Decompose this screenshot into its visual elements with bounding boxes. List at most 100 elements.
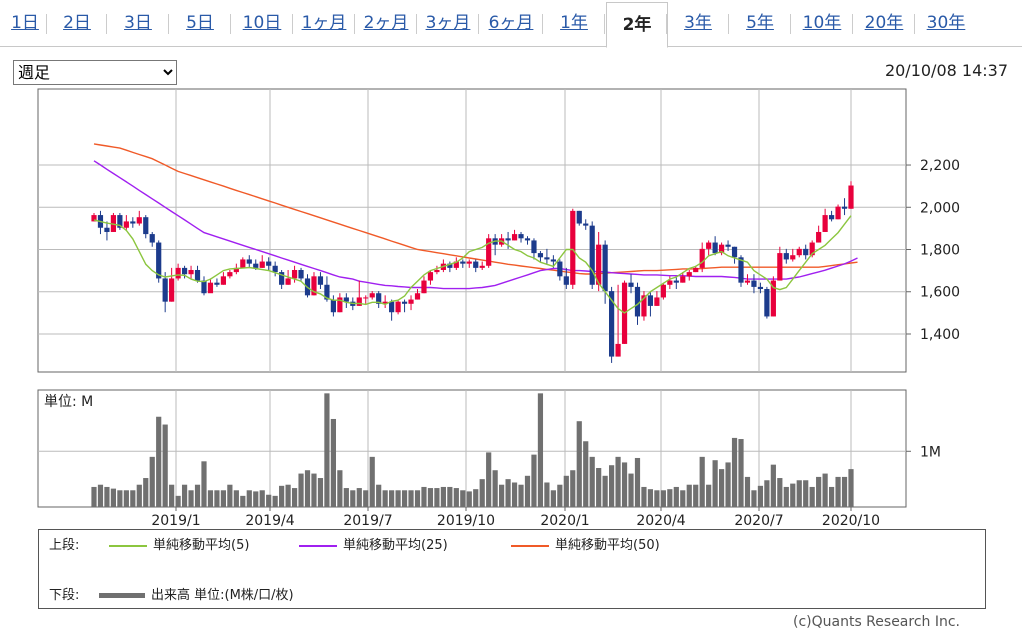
volume-bar — [440, 486, 446, 507]
candle-body — [828, 215, 835, 220]
candle-body — [848, 185, 854, 209]
volume-bar — [570, 470, 576, 507]
volume-bar — [181, 484, 188, 507]
volume-bar — [136, 484, 142, 507]
volume-bar — [324, 393, 330, 507]
volume-bar — [583, 441, 589, 507]
volume-bar — [330, 418, 336, 507]
candle-body — [317, 276, 324, 285]
volume-bar — [673, 486, 679, 507]
volume-bar — [453, 488, 459, 507]
volume-bar — [680, 490, 686, 507]
candle-body — [563, 276, 569, 285]
volume-bar — [537, 393, 544, 507]
ma25-swatch — [299, 544, 337, 547]
candle-body — [408, 299, 414, 304]
candle-body — [712, 242, 718, 254]
candle-body — [414, 293, 421, 300]
volume-bar — [615, 456, 621, 507]
volume-bar — [317, 478, 324, 507]
volume-bar — [130, 490, 136, 507]
volume-bar — [725, 462, 731, 507]
volume-bar — [589, 456, 595, 507]
volume-bar — [544, 482, 550, 507]
candle-body — [757, 286, 764, 290]
x-tick-label: 2019/4 — [245, 513, 294, 529]
price-panel-frame — [37, 88, 907, 373]
price-tick-label: 1,400 — [920, 327, 960, 343]
candle-body — [693, 267, 699, 273]
volume-bar — [783, 486, 789, 507]
volume-bar — [395, 490, 401, 507]
candle-body — [764, 289, 770, 317]
candle-body — [149, 234, 155, 243]
candle-body — [686, 272, 692, 277]
volume-bar — [214, 490, 220, 507]
volume-bar — [712, 460, 718, 507]
volume-bar — [91, 486, 97, 507]
candle-body — [680, 276, 686, 283]
volume-bar — [149, 456, 155, 507]
candle-body — [634, 286, 641, 317]
candle-body — [201, 280, 207, 294]
candle-body — [395, 301, 401, 313]
volume-bar — [473, 489, 479, 507]
volume-bar — [550, 490, 556, 507]
volume-bar — [686, 484, 692, 507]
volume-panel: 1M 単位: M — [37, 389, 941, 508]
volume-bar — [647, 489, 654, 507]
volume-bar — [492, 470, 498, 507]
stock-chart: 1,400 1,600 1,800 2,000 2,200 1M 単位: M 2019/1… — [37, 88, 960, 529]
candle-body — [544, 257, 550, 260]
candle-body — [777, 253, 783, 281]
candle-body — [524, 238, 531, 241]
candle-body — [188, 269, 194, 275]
volume-bar — [356, 488, 362, 507]
x-tick-label: 2019/7 — [343, 513, 392, 529]
volume-bar — [563, 475, 569, 507]
candle-body — [162, 278, 168, 302]
volume-bar — [486, 452, 492, 507]
volume-bar — [803, 480, 809, 507]
volume-bar — [511, 482, 518, 507]
x-tick-label: 2019/1 — [151, 513, 200, 529]
volume-bar — [770, 464, 776, 507]
volume-bar — [427, 488, 434, 507]
candle-body — [466, 261, 472, 264]
volume-bar — [460, 490, 466, 507]
volume-bar — [744, 476, 751, 507]
volume-bar — [693, 484, 699, 507]
candle-body — [731, 246, 738, 258]
volume-bar — [408, 490, 414, 507]
legend-ma50: 単純移動平均(50) — [501, 534, 660, 553]
volume-unit-label: 単位: M — [44, 394, 93, 410]
volume-bar — [505, 479, 511, 507]
candle-body — [240, 259, 246, 268]
volume-bar — [382, 490, 388, 507]
candle-body — [803, 248, 809, 256]
volume-bar — [731, 437, 738, 507]
candle-body — [214, 282, 220, 285]
candle-body — [246, 259, 252, 264]
legend-lower-label: 下段: — [49, 588, 80, 603]
volume-bar — [227, 484, 233, 507]
volume-bar — [796, 480, 802, 507]
volume-bar — [809, 486, 815, 507]
candle-body — [550, 259, 556, 262]
volume-bar — [259, 490, 265, 507]
volume-bar — [777, 478, 783, 507]
candle-body — [783, 253, 789, 260]
candle-body — [181, 267, 188, 275]
volume-bar — [576, 421, 582, 507]
volume-bar — [841, 476, 848, 507]
volume-bar — [369, 456, 375, 507]
candle-body — [169, 278, 175, 302]
candle-body — [369, 293, 375, 298]
volume-bar — [654, 490, 660, 507]
volume-bar — [421, 486, 427, 507]
candle-body — [796, 248, 802, 256]
candle-body — [460, 261, 466, 264]
candle-body — [615, 343, 621, 357]
volume-bar — [401, 490, 408, 507]
candle-body — [291, 269, 298, 279]
